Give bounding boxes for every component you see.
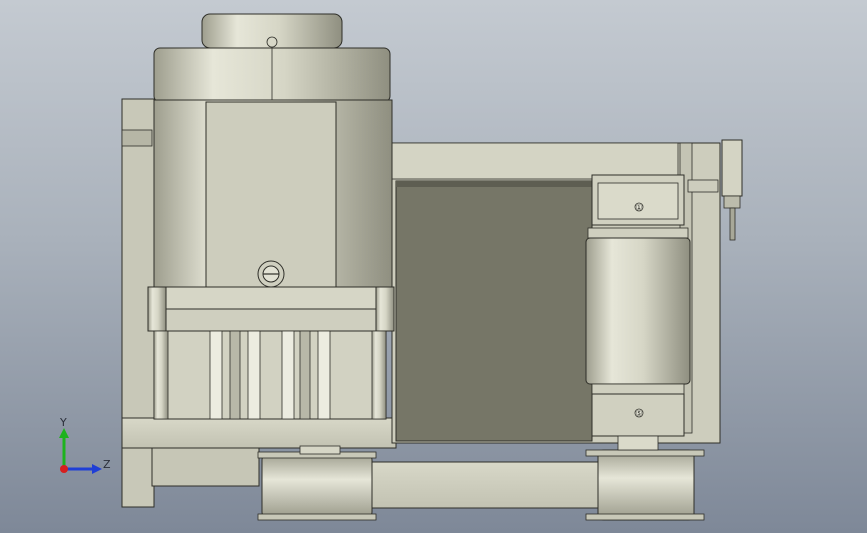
- upper-bearing-block: ①: [591, 174, 685, 226]
- drive-pulley: [257, 445, 377, 521]
- top-bolt: [266, 36, 278, 48]
- clamp-block: [147, 286, 395, 332]
- lower-bearing-block: ⑤: [591, 393, 685, 437]
- motor-mount-screw: [257, 260, 285, 288]
- coordinate-triad: Y Z: [59, 416, 111, 474]
- motor: [153, 13, 393, 291]
- z-axis-label: Z: [103, 458, 111, 471]
- cad-viewport[interactable]: ① ⑤ Y Z: [0, 0, 867, 533]
- y-axis-label: Y: [59, 416, 67, 429]
- cad-drawing: ① ⑤ Y Z: [59, 13, 743, 521]
- idler-roller: [585, 227, 691, 395]
- upper-bearing-callout: ①: [635, 203, 642, 212]
- x-axis-origin: [60, 465, 68, 473]
- lower-bearing-callout: ⑤: [635, 409, 642, 418]
- coupling-fins: [153, 330, 387, 420]
- driven-pulley: [585, 435, 705, 521]
- belt-window: [395, 180, 593, 442]
